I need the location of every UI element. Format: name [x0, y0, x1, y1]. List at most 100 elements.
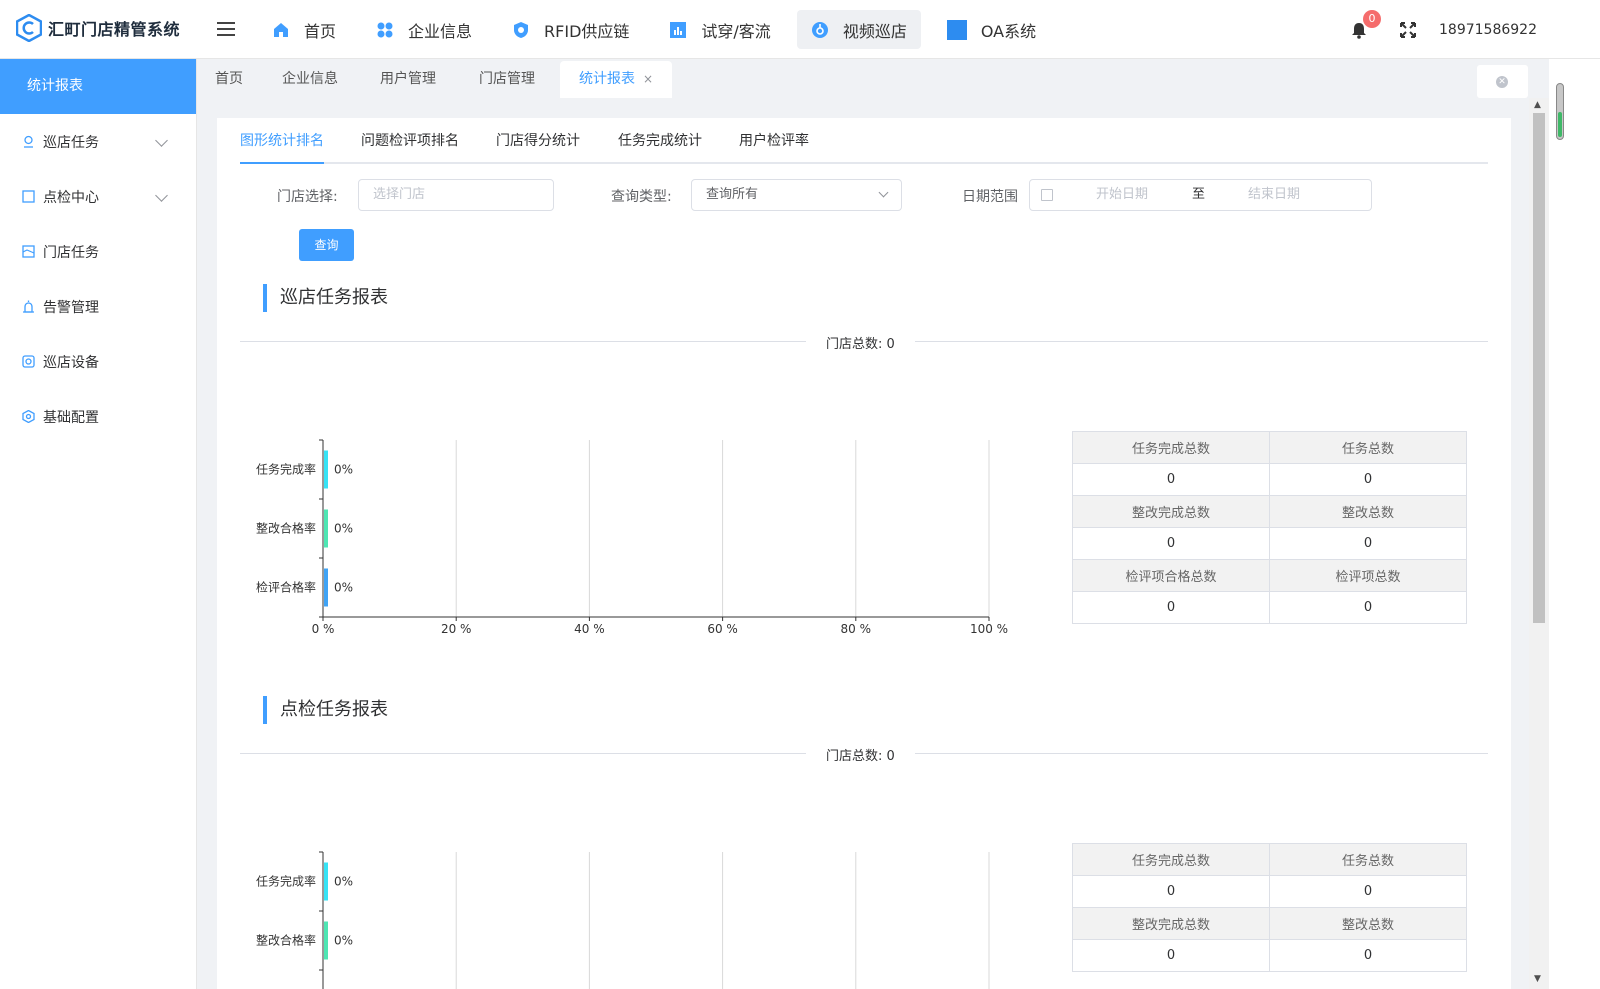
- value-label: 0%: [334, 934, 353, 948]
- sidebar-item-label: 门店任务: [43, 244, 99, 261]
- stat-value: 0: [1269, 527, 1467, 560]
- stat-value: 0: [1072, 875, 1270, 908]
- location-icon: [24, 135, 33, 148]
- topnav-company-label: 企业信息: [408, 21, 473, 41]
- bar-chart-icon: [670, 21, 687, 38]
- menu-toggle-icon[interactable]: [217, 22, 235, 38]
- subtab-user-rate[interactable]: 用户检评率: [739, 121, 809, 164]
- notification-badge: 0: [1363, 9, 1382, 28]
- x-tick-label: 0 %: [312, 622, 335, 636]
- topnav-rfid-label: RFID供应链: [544, 21, 630, 41]
- sidebar-item-alarm[interactable]: 告警管理: [0, 279, 196, 334]
- tab-company[interactable]: 企业信息: [271, 61, 349, 98]
- tab-close-icon[interactable]: ×: [643, 72, 653, 86]
- x-tick-label: 60 %: [707, 622, 738, 636]
- query-type-value: 查询所有: [706, 187, 759, 202]
- notification-bell[interactable]: 0: [1349, 9, 1382, 40]
- category-label: 整改合格率: [256, 521, 316, 536]
- square-outline-icon: [22, 190, 35, 203]
- sidebar-item-store-task[interactable]: 门店任务: [0, 224, 196, 279]
- subtab-task-completion[interactable]: 任务完成统计: [618, 121, 702, 164]
- tab-label: 用户管理: [380, 71, 436, 87]
- value-label: 0%: [334, 522, 353, 536]
- settings-icon: [22, 410, 35, 423]
- tab-label: 门店管理: [479, 71, 535, 87]
- bar: [324, 450, 328, 489]
- apps-icon: [377, 22, 393, 37]
- start-date-input[interactable]: 开始日期: [1096, 180, 1148, 210]
- table-row: 整改完成总数 整改总数: [1072, 907, 1467, 940]
- query-button[interactable]: 查询: [299, 229, 354, 261]
- scroll-up-icon[interactable]: ▲: [1534, 100, 1541, 110]
- x-tick-label: 100 %: [970, 622, 1008, 636]
- topnav-home[interactable]: 首页: [258, 10, 350, 49]
- scroll-down-icon[interactable]: ▼: [1534, 974, 1541, 984]
- stat-header: 整改完成总数: [1072, 495, 1270, 528]
- stat-value: 0: [1269, 591, 1467, 624]
- category-label: 任务完成率: [256, 874, 316, 889]
- header-actions: 0 18971586922: [1349, 0, 1537, 59]
- topnav-video-patrol-label: 视频巡店: [842, 21, 907, 41]
- tab-stores[interactable]: 门店管理: [468, 61, 546, 98]
- bar: [324, 921, 328, 960]
- topnav-traffic[interactable]: 试穿/客流: [655, 10, 784, 49]
- topnav-video-patrol[interactable]: 视频巡店: [796, 10, 921, 49]
- stat-value: 0: [1072, 527, 1270, 560]
- topnav-company[interactable]: 企业信息: [362, 10, 486, 49]
- topnav-rfid[interactable]: RFID供应链: [498, 10, 643, 49]
- home-icon: [274, 22, 288, 37]
- topnav-oa[interactable]: OA系统: [933, 10, 1050, 49]
- sidebar-item-patrol-device[interactable]: 巡店设备: [0, 334, 196, 389]
- table-row: 任务完成总数 任务总数: [1072, 843, 1467, 876]
- topnav-traffic-label: 试穿/客流: [701, 21, 771, 41]
- sidebar-item-inspection-center[interactable]: 点检中心: [0, 169, 196, 224]
- video-icon: [811, 21, 828, 38]
- app-logo[interactable]: 汇町门店精管系统: [16, 14, 180, 42]
- stat-value: 0: [1072, 939, 1270, 972]
- sidebar-title[interactable]: 统计报表: [0, 59, 196, 114]
- table-row: 检评项合格总数 检评项总数: [1072, 559, 1467, 592]
- topnav-oa-label: OA系统: [980, 21, 1037, 41]
- tab-label: 企业信息: [282, 71, 338, 87]
- patrol-stats-table: 任务完成总数 任务总数 00 整改完成总数 整改总数 00 检评项合格总数 检评项总数…: [1072, 431, 1467, 624]
- subtab-store-score[interactable]: 门店得分统计: [496, 121, 580, 164]
- stat-header: 检评项合格总数: [1072, 559, 1270, 592]
- stat-value: 0: [1269, 875, 1467, 908]
- date-range-picker[interactable]: 开始日期 至 结束日期: [1029, 179, 1372, 211]
- stat-value: 0: [1269, 939, 1467, 972]
- page-scrollbar[interactable]: [1556, 83, 1564, 140]
- subtab-chart-ranking[interactable]: 图形统计排名: [240, 121, 324, 164]
- end-date-input[interactable]: 结束日期: [1248, 180, 1300, 210]
- tab-statistics[interactable]: 统计报表 ×: [560, 61, 672, 98]
- table-row: 00: [1072, 527, 1467, 560]
- stat-value: 0: [1269, 463, 1467, 496]
- content-scrollbar-thumb[interactable]: [1533, 113, 1545, 623]
- chevron-down-icon: [878, 187, 889, 198]
- tab-home[interactable]: 首页: [197, 61, 261, 98]
- fullscreen-icon[interactable]: [1399, 21, 1417, 39]
- sidebar-item-label: 基础配置: [43, 409, 99, 426]
- table-row: 00: [1072, 463, 1467, 496]
- store-select-input[interactable]: 选择门店: [358, 179, 554, 211]
- stat-header: 任务完成总数: [1072, 431, 1270, 464]
- query-type-select[interactable]: 查询所有: [691, 179, 902, 211]
- value-label: 0%: [334, 875, 353, 889]
- table-row: 00: [1072, 939, 1467, 972]
- inspection-rate-chart: 任务完成率 0% 整改合格率 0%: [256, 851, 990, 989]
- alarm-icon: [23, 300, 34, 313]
- stat-header: 任务完成总数: [1072, 843, 1270, 876]
- user-phone[interactable]: 18971586922: [1439, 22, 1537, 38]
- stat-header: 检评项总数: [1269, 559, 1467, 592]
- category-label: 任务完成率: [256, 462, 316, 477]
- table-row: 00: [1072, 591, 1467, 624]
- tab-users[interactable]: 用户管理: [369, 61, 447, 98]
- stat-header: 整改完成总数: [1072, 907, 1270, 940]
- sidebar-item-patrol-task[interactable]: 巡店任务: [0, 114, 196, 169]
- subtab-issue-ranking[interactable]: 问题检评项排名: [361, 121, 459, 164]
- sidebar-item-basic-config[interactable]: 基础配置: [0, 389, 196, 444]
- store-total-inspection: 门店总数: 0: [806, 745, 915, 764]
- square-icon: [946, 19, 967, 40]
- calendar-icon: [1041, 189, 1053, 201]
- close-all-tabs-button[interactable]: ✕: [1477, 65, 1528, 98]
- date-range-label: 日期范围: [962, 189, 1018, 205]
